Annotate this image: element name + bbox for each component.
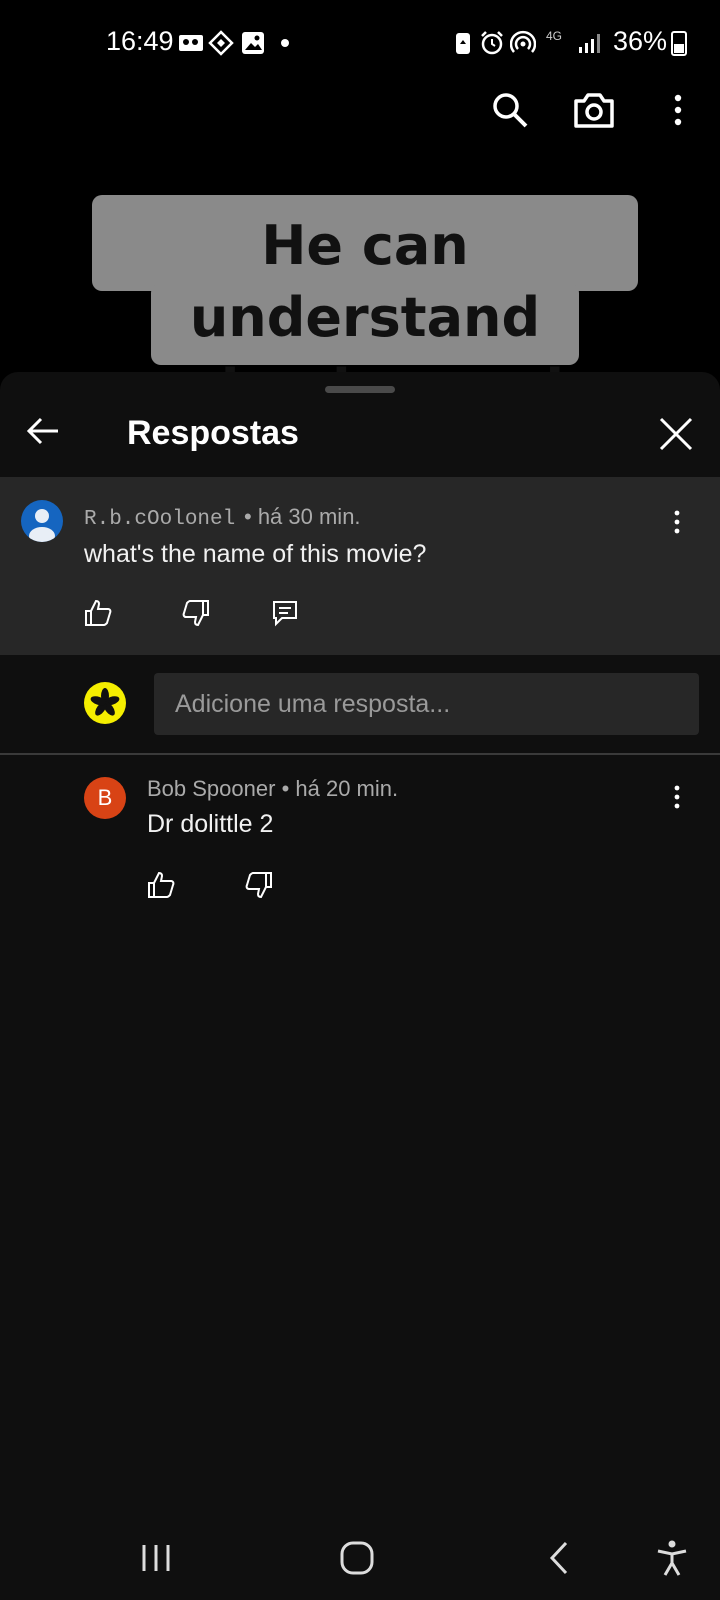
gallery-icon: [242, 32, 264, 54]
battery-percent: 36%: [613, 26, 668, 56]
comment-text: what's the name of this movie?: [84, 540, 427, 568]
recent-apps-icon[interactable]: [136, 1538, 176, 1578]
reply-author[interactable]: Bob Spooner: [147, 776, 275, 801]
reply-like-icon[interactable]: [146, 870, 176, 900]
divider: [0, 753, 720, 755]
alarm-icon: [481, 31, 503, 55]
reply-header: Bob Spooner • há 20 min.: [147, 776, 398, 802]
dislike-icon[interactable]: [181, 598, 211, 628]
sheet-title: Respostas: [127, 414, 299, 452]
reply-more-icon[interactable]: [662, 782, 692, 812]
default-user-icon: [29, 509, 55, 542]
current-user-avatar: [84, 682, 126, 724]
like-icon[interactable]: [83, 598, 113, 628]
network-type: 4G: [546, 29, 563, 43]
close-icon[interactable]: [658, 416, 694, 452]
comment-more-icon[interactable]: [662, 507, 692, 537]
status-time: 16:49: [106, 26, 174, 56]
voicemail-icon: [179, 35, 203, 51]
bauhinia-flower-icon: [90, 688, 120, 716]
home-icon[interactable]: [337, 1538, 377, 1578]
caption-line-1: He can understand: [189, 214, 541, 349]
reply-avatar[interactable]: B: [84, 777, 126, 819]
notification-dot-icon: [281, 39, 289, 47]
screen: 16:49 4G 36% He can understand Respostas…: [0, 0, 720, 1600]
binance-icon: [208, 30, 234, 56]
reply-text: Dr dolittle 2: [147, 810, 274, 838]
drag-handle[interactable]: [325, 386, 395, 393]
comment-time: • há 30 min.: [244, 504, 361, 529]
comment-author[interactable]: R.b.cOolonel: [84, 508, 235, 531]
more-vert-icon[interactable]: [656, 88, 700, 132]
hotspot-icon: [510, 30, 536, 53]
avatar[interactable]: [21, 500, 63, 542]
reply-time: • há 20 min.: [281, 776, 399, 801]
camera-icon[interactable]: [572, 88, 616, 132]
reply-dislike-icon[interactable]: [244, 870, 274, 900]
search-icon[interactable]: [488, 88, 532, 132]
reply-icon[interactable]: [270, 598, 300, 628]
back-icon[interactable]: [540, 1538, 580, 1578]
back-arrow-icon[interactable]: [24, 412, 62, 450]
accessibility-icon[interactable]: [652, 1538, 692, 1578]
battery-icon: [671, 31, 687, 56]
signal-icon: [579, 34, 600, 53]
add-reply-input[interactable]: [154, 673, 699, 735]
battery-saver-icon: [456, 33, 470, 54]
